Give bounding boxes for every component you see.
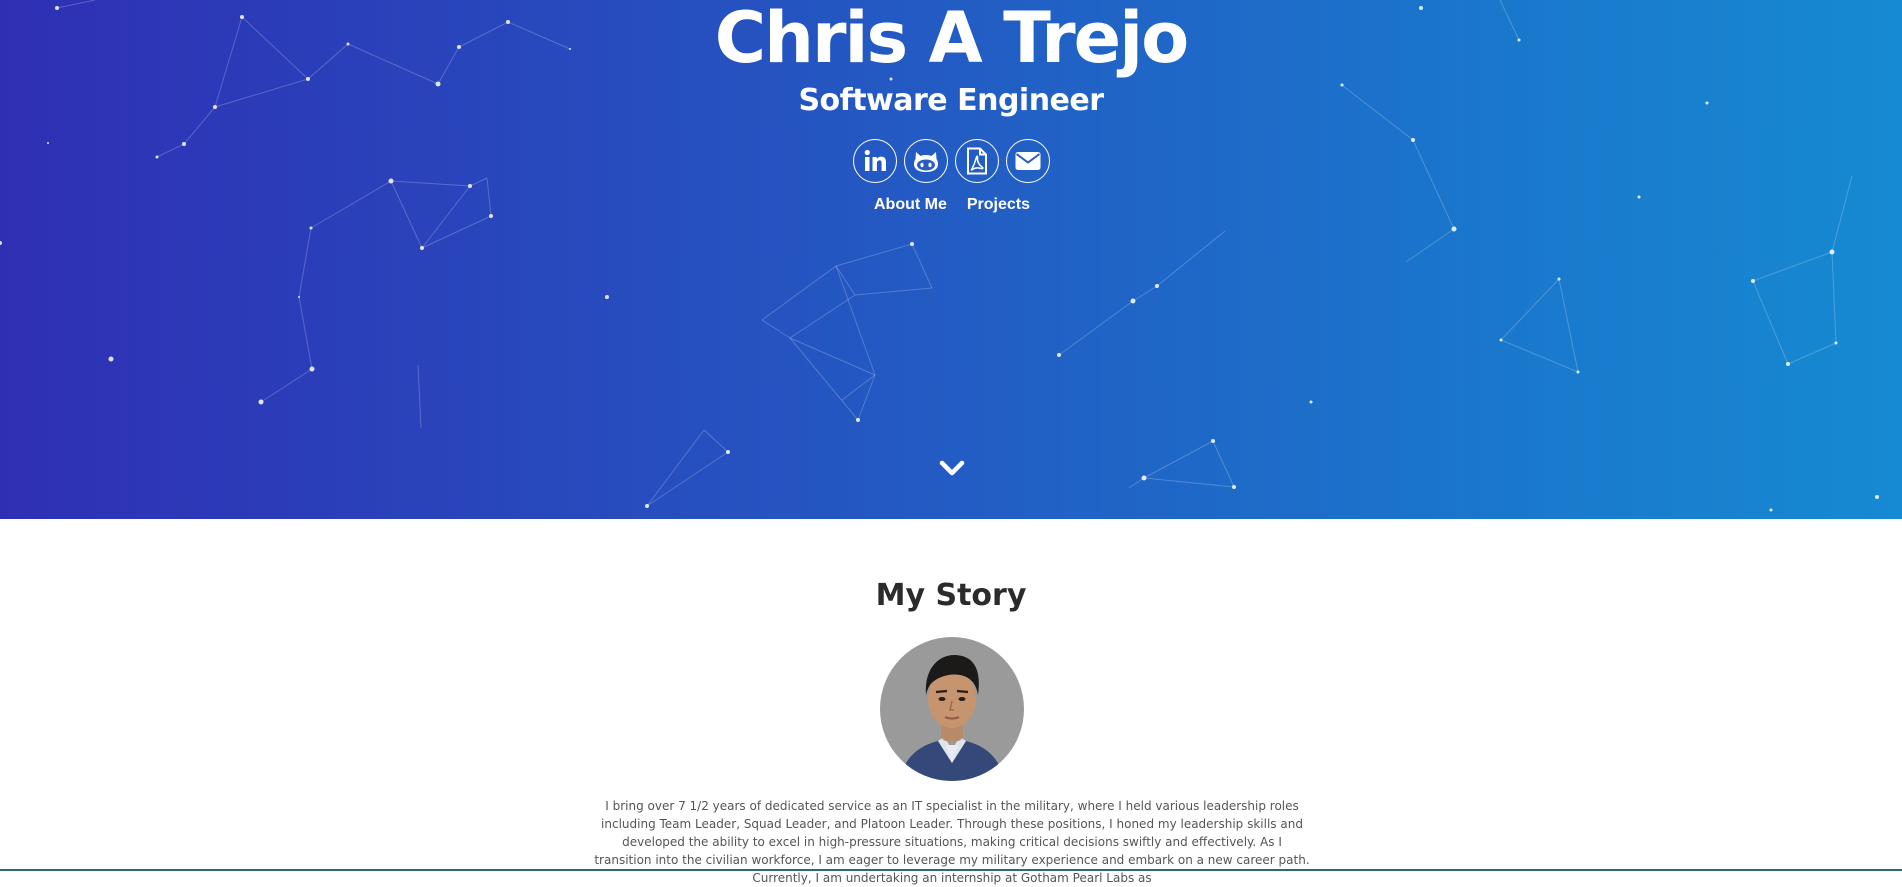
nav-about-me[interactable]: About Me [872, 193, 947, 217]
hero-section: Chris A Trejo Software Engineer About Me… [0, 0, 1902, 519]
chevron-down-icon [939, 460, 965, 476]
envelope-icon [1015, 152, 1041, 170]
linkedin-icon [864, 149, 886, 171]
email-button[interactable] [1006, 139, 1050, 183]
social-links [853, 139, 1050, 183]
avatar [880, 637, 1024, 781]
pdf-resume-icon [967, 147, 987, 175]
story-paragraph: I bring over 7 1/2 years of dedicated se… [594, 799, 1310, 885]
hero-job-title: Software Engineer [798, 83, 1104, 118]
hero-name: Chris A Trejo [714, 0, 1189, 79]
main-nav: About Me Projects [0, 193, 1902, 217]
resume-pdf-button[interactable] [955, 139, 999, 183]
nav-projects[interactable]: Projects [965, 193, 1030, 217]
linkedin-button[interactable] [853, 139, 897, 183]
story-heading: My Story [875, 578, 1027, 613]
profile-photo [880, 637, 1024, 781]
github-icon [914, 152, 938, 172]
scroll-down-button[interactable] [939, 456, 965, 480]
github-button[interactable] [904, 139, 948, 183]
